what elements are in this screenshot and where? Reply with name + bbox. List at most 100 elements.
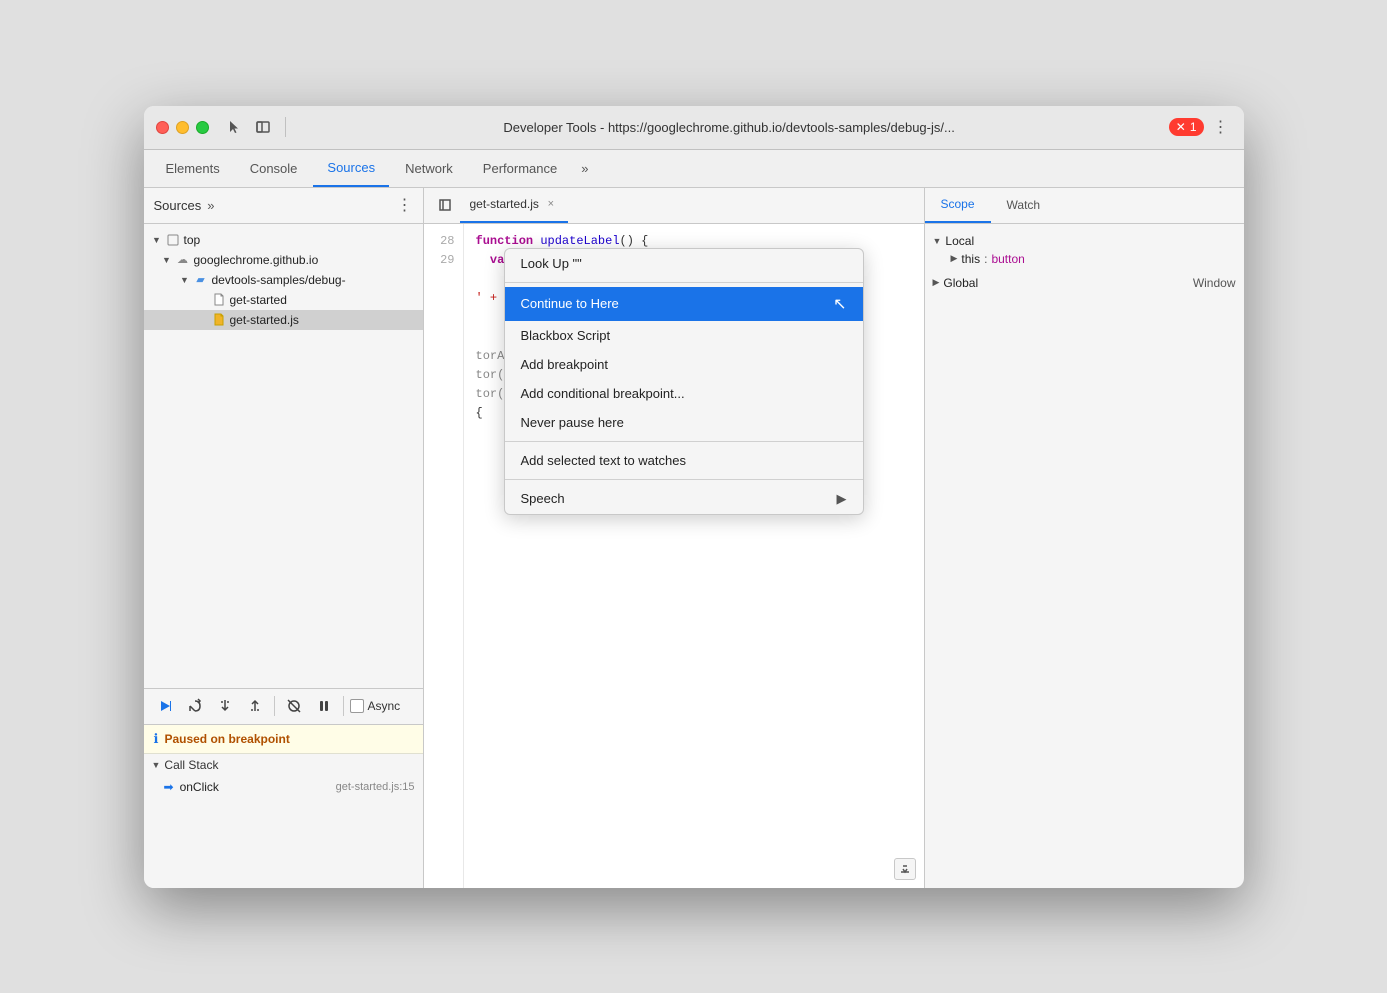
debug-sep-2	[343, 696, 344, 716]
ctx-item-add-breakpoint[interactable]: Add breakpoint	[505, 350, 863, 379]
cursor-indicator: ↖	[833, 294, 846, 314]
editor-tab-js[interactable]: get-started.js ×	[460, 188, 568, 223]
more-options-button[interactable]: ⋮	[1210, 116, 1232, 138]
scope-this-key: this	[961, 252, 980, 266]
window-title: Developer Tools - https://googlechrome.g…	[298, 120, 1161, 135]
scope-this-arrow: ▶	[951, 253, 958, 264]
scope-group-global: ▶ Global Window	[933, 274, 1236, 292]
ctx-sep-1	[505, 282, 863, 283]
tree-label-file-js: get-started.js	[230, 313, 299, 327]
paused-text: Paused on breakpoint	[164, 732, 289, 746]
tree-label-file-html: get-started	[230, 293, 287, 307]
close-button[interactable]	[156, 121, 169, 134]
window-icon[interactable]	[253, 117, 273, 137]
title-bar-right: ✕ 1 ⋮	[1169, 116, 1232, 138]
scope-panel: Scope Watch ▼ Local	[924, 188, 1244, 888]
scope-local-label: Local	[945, 234, 974, 248]
error-icon: ✕	[1176, 120, 1186, 134]
scope-global-header[interactable]: ▶ Global Window	[933, 274, 1236, 292]
scope-global-label: Global	[943, 276, 978, 290]
left-panel: Sources » ⋮ ▼ top ▼ ☁ googlechrome.gith	[144, 188, 424, 888]
call-stack-arrow: ▼	[152, 760, 161, 770]
context-menu: Look Up "" Continue to Here ↖ Blackbox S…	[504, 248, 864, 515]
step-out-button[interactable]	[242, 693, 268, 719]
call-stack-item-onclick[interactable]: ➡ onClick get-started.js:15	[144, 776, 423, 798]
tab-network[interactable]: Network	[391, 150, 467, 187]
ctx-item-speech[interactable]: Speech ▶	[505, 484, 863, 514]
ctx-item-lookup[interactable]: Look Up ""	[505, 249, 863, 278]
deactivate-breakpoints-button[interactable]	[281, 693, 307, 719]
cursor-icon[interactable]	[225, 117, 245, 137]
scope-this-val: button	[991, 252, 1024, 266]
editor-nav-button[interactable]	[432, 192, 458, 218]
minimize-button[interactable]	[176, 121, 189, 134]
scroll-to-end-button[interactable]	[894, 858, 916, 880]
line-numbers: 28 29	[424, 224, 464, 888]
tree-item-file-html[interactable]: ▶ get-started	[144, 290, 423, 310]
tree-item-domain[interactable]: ▼ ☁ googlechrome.github.io	[144, 250, 423, 270]
scope-content: ▼ Local ▶ this : button	[925, 224, 1244, 888]
title-bar: Developer Tools - https://googlechrome.g…	[144, 106, 1244, 150]
call-stack-label: Call Stack	[164, 758, 218, 772]
step-over-button[interactable]	[182, 693, 208, 719]
file-gray-icon	[212, 293, 226, 307]
ctx-sep-3	[505, 479, 863, 480]
editor-tab-close-button[interactable]: ×	[544, 197, 558, 211]
scope-tab-scope[interactable]: Scope	[925, 188, 991, 223]
ctx-speech-label: Speech	[521, 491, 565, 506]
tree-arrow-folder: ▼	[180, 275, 190, 285]
tab-performance[interactable]: Performance	[469, 150, 571, 187]
tab-sources[interactable]: Sources	[313, 150, 389, 187]
tab-elements[interactable]: Elements	[152, 150, 234, 187]
scope-global-window: Window	[1193, 276, 1236, 290]
scope-global-arrow: ▶	[933, 277, 940, 288]
scope-local-header[interactable]: ▼ Local	[933, 232, 1236, 250]
ctx-item-continue[interactable]: Continue to Here ↖	[505, 287, 863, 321]
ctx-never-pause-label: Never pause here	[521, 415, 624, 430]
tree-item-folder[interactable]: ▼ ▰ devtools-samples/debug-	[144, 270, 423, 290]
folder-icon: ▰	[194, 273, 208, 287]
resume-button[interactable]	[152, 693, 178, 719]
ctx-item-add-watches[interactable]: Add selected text to watches	[505, 446, 863, 475]
traffic-lights	[156, 121, 209, 134]
panel-header: Sources » ⋮	[144, 188, 423, 224]
pause-on-exceptions-button[interactable]	[311, 693, 337, 719]
async-label: Async	[368, 699, 401, 713]
maximize-button[interactable]	[196, 121, 209, 134]
cloud-icon: ☁	[176, 253, 190, 267]
more-tabs-button[interactable]: »	[573, 161, 596, 176]
tree-item-top[interactable]: ▼ top	[144, 230, 423, 250]
file-yellow-icon	[212, 313, 226, 327]
ctx-item-never-pause[interactable]: Never pause here	[505, 408, 863, 437]
tree-item-file-js[interactable]: ▶ get-started.js	[144, 310, 423, 330]
step-into-button[interactable]	[212, 693, 238, 719]
ctx-item-conditional-breakpoint[interactable]: Add conditional breakpoint...	[505, 379, 863, 408]
editor-tab-label: get-started.js	[470, 197, 539, 211]
error-badge[interactable]: ✕ 1	[1169, 118, 1204, 136]
editor-scope-area: get-started.js × 28 29	[424, 188, 1244, 888]
tree-label-domain: googlechrome.github.io	[194, 253, 319, 267]
tree-arrow-top: ▼	[152, 235, 162, 245]
async-checkbox[interactable]	[350, 699, 364, 713]
error-count: 1	[1190, 120, 1197, 134]
devtools-tab-bar: Elements Console Sources Network Perform…	[144, 150, 1244, 188]
editor-row: get-started.js × 28 29	[424, 188, 1244, 888]
ctx-add-watches-label: Add selected text to watches	[521, 453, 686, 468]
scope-item-this: ▶ this : button	[933, 250, 1236, 268]
bottom-panel: Async ℹ Paused on breakpoint ▼ Call Stac…	[144, 688, 423, 888]
tree-arrow-domain: ▼	[162, 255, 172, 265]
async-checkbox-container[interactable]: Async	[350, 699, 401, 713]
panel-more-button[interactable]: »	[207, 198, 214, 213]
title-sep	[285, 117, 286, 137]
ctx-item-blackbox[interactable]: Blackbox Script	[505, 321, 863, 350]
ctx-blackbox-label: Blackbox Script	[521, 328, 611, 343]
scope-tab-watch[interactable]: Watch	[991, 188, 1057, 223]
tree-label-top: top	[184, 233, 201, 247]
call-stack-header[interactable]: ▼ Call Stack	[144, 754, 423, 776]
speech-submenu-arrow: ▶	[837, 491, 847, 507]
scope-tab-bar: Scope Watch	[925, 188, 1244, 224]
info-icon: ℹ	[154, 731, 159, 747]
tree-label-folder: devtools-samples/debug-	[212, 273, 346, 287]
panel-dots-button[interactable]: ⋮	[397, 195, 413, 215]
tab-console[interactable]: Console	[236, 150, 312, 187]
